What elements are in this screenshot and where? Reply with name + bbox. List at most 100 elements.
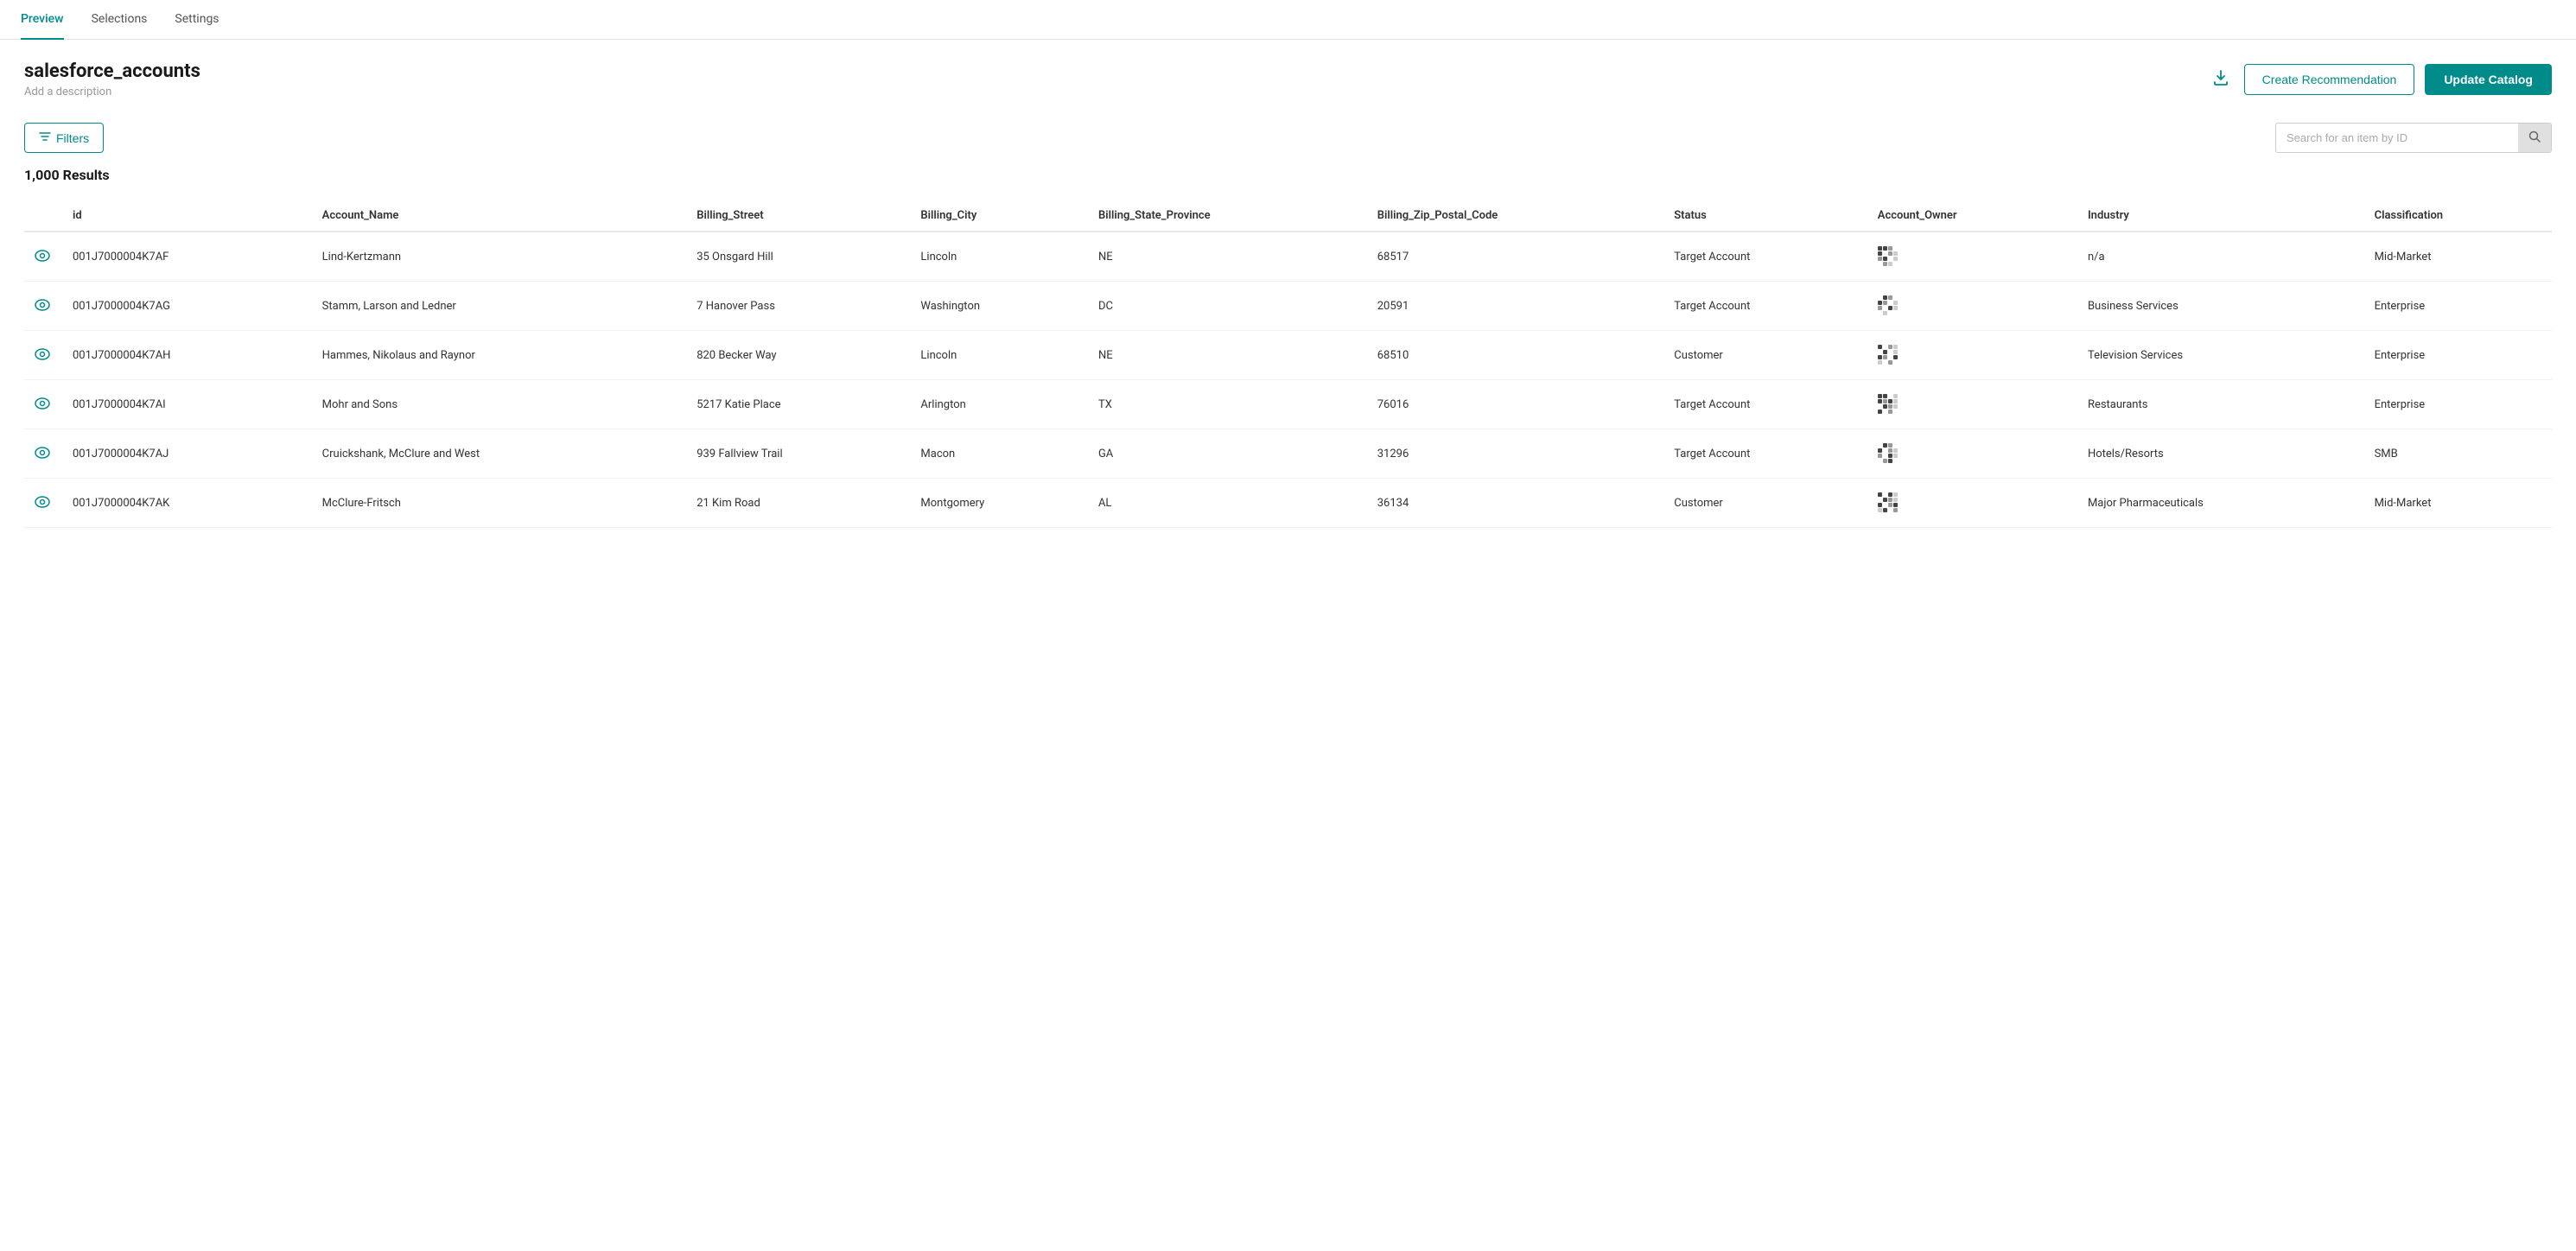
avatar-pixel [1883, 262, 1887, 266]
col-account-owner: Account_Owner [1867, 200, 2077, 232]
avatar-pixel [1888, 251, 1892, 256]
eye-icon[interactable] [35, 397, 50, 413]
avatar-pixel [1878, 350, 1882, 354]
avatar-pixel [1888, 503, 1892, 507]
row-industry: Business Services [2077, 282, 2364, 331]
avatar-pixel [1888, 345, 1892, 349]
row-account-owner [1867, 380, 2077, 429]
avatar-mosaic [1878, 295, 1899, 316]
eye-icon[interactable] [35, 347, 50, 364]
avatar-pixel [1883, 394, 1887, 398]
tab-preview[interactable]: Preview [21, 0, 64, 40]
row-billing-zip: 31296 [1367, 429, 1664, 479]
results-count: 1,000 Results [24, 167, 2552, 183]
avatar-pixel [1893, 311, 1898, 315]
row-status: Target Account [1663, 429, 1867, 479]
row-account-name: Mohr and Sons [312, 380, 687, 429]
avatar-pixel [1878, 394, 1882, 398]
row-id: 001J7000004K7AG [62, 282, 312, 331]
avatar-pixel [1893, 443, 1898, 448]
update-catalog-button[interactable]: Update Catalog [2425, 64, 2552, 95]
row-eye-cell [24, 380, 62, 429]
row-billing-street: 820 Becker Way [686, 331, 910, 380]
row-account-owner [1867, 232, 2077, 282]
row-industry: Hotels/Resorts [2077, 429, 2364, 479]
avatar-pixel [1893, 295, 1898, 300]
avatar-pixel [1878, 508, 1882, 512]
avatar-pixel [1878, 306, 1882, 310]
search-box [2275, 123, 2552, 153]
avatar-pixel [1893, 394, 1898, 398]
avatar-pixel [1878, 459, 1882, 463]
row-billing-street: 5217 Katie Place [686, 380, 910, 429]
avatar-mosaic [1878, 492, 1899, 513]
row-account-owner [1867, 331, 2077, 380]
eye-icon[interactable] [35, 495, 50, 511]
search-button[interactable] [2518, 124, 2551, 152]
filters-button[interactable]: Filters [24, 123, 104, 153]
row-classification: Enterprise [2364, 380, 2552, 429]
avatar-pixel [1883, 404, 1887, 409]
avatar-pixel [1888, 350, 1892, 354]
col-billing-city: Billing_City [910, 200, 1088, 232]
avatar-pixel [1893, 345, 1898, 349]
avatar-pixel [1878, 448, 1882, 453]
row-id: 001J7000004K7AK [62, 479, 312, 528]
avatar-pixel [1893, 454, 1898, 458]
row-billing-zip: 76016 [1367, 380, 1664, 429]
tab-selections[interactable]: Selections [92, 0, 148, 40]
avatar-pixel [1893, 360, 1898, 365]
avatar-pixel [1883, 410, 1887, 414]
row-billing-city: Lincoln [910, 331, 1088, 380]
avatar-pixel [1888, 448, 1892, 453]
col-id: id [62, 200, 312, 232]
create-recommendation-button[interactable]: Create Recommendation [2244, 64, 2415, 95]
row-classification: Enterprise [2364, 282, 2552, 331]
row-billing-city: Arlington [910, 380, 1088, 429]
avatar-pixel [1893, 257, 1898, 261]
download-icon[interactable] [2208, 65, 2234, 95]
row-classification: Mid-Market [2364, 479, 2552, 528]
avatar-pixel [1878, 404, 1882, 409]
avatar-pixel [1878, 246, 1882, 251]
col-account-name: Account_Name [312, 200, 687, 232]
eye-icon[interactable] [35, 446, 50, 462]
avatar-pixel [1893, 350, 1898, 354]
avatar-pixel [1888, 394, 1892, 398]
avatar-pixel [1883, 459, 1887, 463]
top-nav: Preview Selections Settings [0, 0, 2576, 40]
row-billing-zip: 20591 [1367, 282, 1664, 331]
avatar-pixel [1878, 355, 1882, 359]
tab-settings[interactable]: Settings [175, 0, 219, 40]
avatar-pixel [1893, 251, 1898, 256]
search-input[interactable] [2276, 124, 2518, 151]
row-id: 001J7000004K7AI [62, 380, 312, 429]
avatar-pixel [1893, 508, 1898, 512]
filter-icon [39, 130, 51, 145]
row-billing-state: DC [1088, 282, 1367, 331]
row-account-owner [1867, 429, 2077, 479]
eye-icon[interactable] [35, 249, 50, 265]
row-billing-zip: 36134 [1367, 479, 1664, 528]
row-status: Target Account [1663, 282, 1867, 331]
row-account-name: Lind-Kertzmann [312, 232, 687, 282]
avatar-pixel [1883, 399, 1887, 403]
avatar-pixel [1883, 448, 1887, 453]
row-eye-cell [24, 282, 62, 331]
eye-icon[interactable] [35, 298, 50, 314]
avatar-pixel [1893, 492, 1898, 497]
avatar-pixel [1883, 257, 1887, 261]
avatar-pixel [1888, 301, 1892, 305]
row-industry: Restaurants [2077, 380, 2364, 429]
avatar-pixel [1893, 301, 1898, 305]
row-id: 001J7000004K7AF [62, 232, 312, 282]
table-row: 001J7000004K7AJ Cruickshank, McClure and… [24, 429, 2552, 479]
col-billing-zip: Billing_Zip_Postal_Code [1367, 200, 1664, 232]
row-account-name: Cruickshank, McClure and West [312, 429, 687, 479]
description-text[interactable]: Add a description [24, 86, 200, 98]
row-eye-cell [24, 331, 62, 380]
avatar-pixel [1878, 257, 1882, 261]
avatar-pixel [1893, 498, 1898, 502]
avatar-pixel [1878, 399, 1882, 403]
row-billing-state: GA [1088, 429, 1367, 479]
